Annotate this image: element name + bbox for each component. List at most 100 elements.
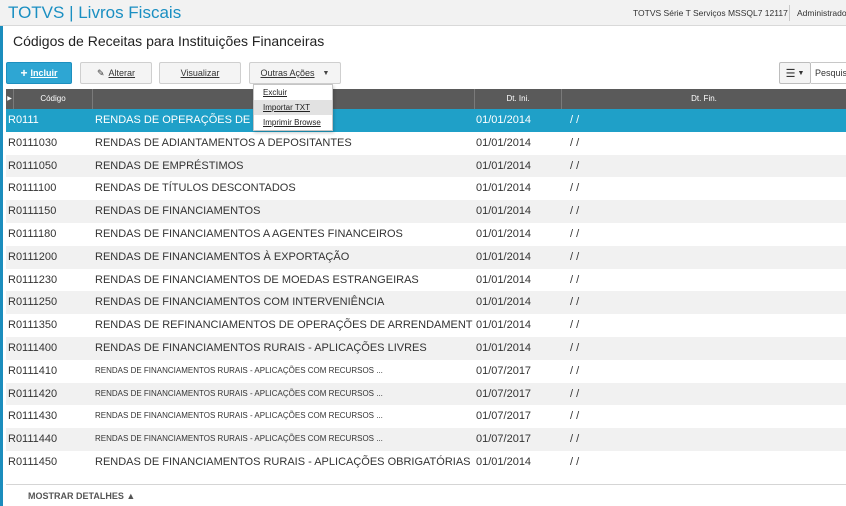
table-row[interactable]: R0111150 RENDAS DE FINANCIAMENTOS 01/01/20… [6, 200, 846, 223]
cell-dt-ini: 01/01/2014 [476, 136, 532, 149]
top-bar: TOTVS | Livros Fiscais TOTVS Série T Ser… [0, 0, 846, 26]
table-row[interactable]: R0111400 RENDAS DE FINANCIAMENTOS RURAIS … [6, 336, 846, 360]
column-header-dt-ini[interactable]: Dt. Ini. [475, 89, 562, 109]
columns-icon: ☰ [785, 67, 796, 80]
outras-acoes-button[interactable]: Outras Ações ▼ [249, 62, 341, 84]
cell-descricao: RENDAS DE FINANCIAMENTOS RURAIS - APLICA… [95, 434, 383, 444]
app-brand: TOTVS | Livros Fiscais [8, 3, 182, 22]
cell-descricao: RENDAS DE FINANCIAMENTOS À EXPORTAÇÃO [95, 250, 350, 263]
chevron-down-icon: ▼ [322, 69, 330, 77]
cell-codigo: R0111200 [8, 250, 58, 263]
table-row[interactable]: R0111450 RENDAS DE FINANCIAMENTOS RURAIS … [6, 450, 846, 474]
incluir-button[interactable]: + Incluir [6, 62, 72, 84]
table-row[interactable]: R0111100 RENDAS DE TÍTULOS DESCONTADOS 01/… [6, 177, 846, 201]
cell-dt-fin: / / [570, 341, 580, 354]
cell-dt-fin: / / [570, 159, 580, 172]
table-row[interactable]: R0111030 RENDAS DE ADIANTAMENTOS A DEPOSI… [6, 131, 846, 155]
cell-dt-fin: / / [570, 296, 580, 309]
cell-dt-fin: / / [570, 136, 580, 149]
table-row[interactable]: R0111200 RENDAS DE FINANCIAMENTOS À EXPOR… [6, 245, 846, 269]
cell-dt-fin: / / [570, 364, 580, 377]
cell-codigo: R0111100 [8, 182, 57, 195]
cell-dt-fin: / / [570, 410, 580, 423]
column-config-button[interactable]: ☰ ▼ [779, 62, 811, 84]
cell-dt-fin: / / [570, 114, 580, 126]
table-row[interactable]: R0111050 RENDAS DE EMPRÉSTIMOS 01/01/2014 /… [6, 154, 846, 178]
cell-dt-ini: 01/01/2014 [476, 455, 532, 468]
header-arrow-icon: ▶ [6, 89, 14, 109]
page-title: Códigos de Receitas para Instituições Fi… [13, 33, 325, 49]
cell-codigo: R0111410 [8, 364, 58, 377]
cell-dt-ini: 01/01/2014 [476, 319, 532, 332]
table-row[interactable]: R0111230 RENDAS DE FINANCIAMENTOS DE MOED… [6, 268, 846, 292]
outras-acoes-label: Outras Ações [260, 68, 315, 78]
cell-descricao: RENDAS DE TÍTULOS DESCONTADOS [95, 182, 296, 195]
server-info: TOTVS Série T Serviços MSSQL7 12117 [633, 8, 788, 18]
cell-codigo: R0111180 [8, 227, 57, 240]
cell-codigo: R0111440 [8, 433, 58, 446]
cell-dt-fin: / / [570, 319, 580, 332]
show-details-toggle[interactable]: MOSTRAR DETALHES ▲ [28, 491, 135, 501]
cell-descricao: RENDAS DE ADIANTAMENTOS A DEPOSITANTES [95, 136, 352, 149]
cell-dt-fin: / / [570, 205, 580, 218]
cell-codigo: R0111400 [8, 341, 58, 354]
cell-codigo: R0111350 [8, 319, 58, 332]
cell-descricao: RENDAS DE EMPRÉSTIMOS [95, 159, 244, 172]
cell-dt-ini: 01/01/2014 [476, 159, 532, 172]
table-row[interactable]: R0111410 RENDAS DE FINANCIAMENTOS RURAIS … [6, 359, 846, 383]
app-window: TOTVS | Livros Fiscais TOTVS Série T Ser… [0, 0, 846, 506]
left-accent-strip [0, 0, 3, 506]
column-header-codigo[interactable]: Código [14, 89, 93, 109]
caret-down-icon: ▼ [797, 69, 805, 77]
cell-dt-ini: 01/07/2017 [476, 364, 532, 377]
cell-dt-ini: 01/07/2017 [476, 387, 532, 400]
table-row[interactable]: R0111350 RENDAS DE REFINANCIAMENTOS DE OP… [6, 314, 846, 337]
cell-dt-fin: / / [570, 455, 580, 468]
table-row[interactable]: R0111 RENDAS DE OPERAÇÕES DE C 01/01/2014/… [6, 109, 846, 132]
alterar-label: Alterar [108, 68, 136, 78]
table-row[interactable]: R0111250 RENDAS DE FINANCIAMENTOS COM INT… [6, 291, 846, 315]
cell-descricao: RENDAS DE FINANCIAMENTOS RURAIS - APLICA… [95, 411, 383, 421]
topbar-divider [789, 5, 790, 21]
cell-dt-ini: 01/01/2014 [476, 114, 532, 126]
cell-dt-ini: 01/01/2014 [476, 250, 532, 263]
visualizar-button[interactable]: Visualizar [159, 62, 241, 84]
cell-descricao: RENDAS DE FINANCIAMENTOS COM INTERVENIÊN… [95, 296, 385, 309]
cell-codigo: R0111150 [8, 205, 57, 218]
cell-descricao: RENDAS DE REFINANCIAMENTOS DE OPERAÇÕES … [95, 319, 473, 332]
table-row[interactable]: R0111180 RENDAS DE FINANCIAMENTOS A AGENT… [6, 222, 846, 246]
outras-acoes-menu: Excluir Importar TXT Imprimir Browse [253, 84, 333, 131]
search-field[interactable]: Pesquisa [811, 62, 846, 84]
cell-codigo: R0111 [8, 114, 39, 126]
cell-descricao: RENDAS DE FINANCIAMENTOS A AGENTES FINAN… [95, 227, 403, 240]
cell-codigo: R0111420 [8, 387, 58, 400]
bottom-bar: MOSTRAR DETALHES ▲ [6, 484, 846, 506]
cell-codigo: R0111030 [8, 136, 58, 149]
menu-item-excluir[interactable]: Excluir [254, 85, 332, 100]
column-header-dt-fin[interactable]: Dt. Fin. [562, 89, 846, 109]
cell-dt-fin: / / [570, 227, 580, 240]
cell-dt-ini: 01/01/2014 [476, 205, 532, 218]
table-row[interactable]: R0111420 RENDAS DE FINANCIAMENTOS RURAIS … [6, 382, 846, 406]
table-row[interactable]: R0111440 RENDAS DE FINANCIAMENTOS RURAIS … [6, 428, 846, 451]
incluir-label: Incluir [30, 68, 58, 78]
table-row[interactable]: R0111430 RENDAS DE FINANCIAMENTOS RURAIS … [6, 405, 846, 429]
cell-codigo: R0111450 [8, 455, 58, 468]
menu-item-imprimir-browse[interactable]: Imprimir Browse [254, 115, 332, 130]
plus-icon: + [20, 66, 28, 80]
cell-descricao: RENDAS DE FINANCIAMENTOS [95, 205, 261, 218]
cell-codigo: R0111230 [8, 273, 58, 286]
cell-dt-ini: 01/01/2014 [476, 296, 532, 309]
alterar-button[interactable]: ✎ Alterar [80, 62, 152, 84]
cell-dt-fin: / / [570, 433, 580, 446]
cell-descricao: RENDAS DE FINANCIAMENTOS DE MOEDAS ESTRA… [95, 273, 419, 286]
cell-dt-ini: 01/01/2014 [476, 273, 532, 286]
menu-item-importar-txt[interactable]: Importar TXT [254, 100, 332, 115]
cell-descricao: RENDAS DE FINANCIAMENTOS RURAIS - APLICA… [95, 341, 427, 354]
cell-codigo: R0111430 [8, 410, 58, 423]
cell-dt-fin: / / [570, 250, 580, 263]
visualizar-label: Visualizar [180, 68, 220, 78]
cell-descricao: RENDAS DE FINANCIAMENTOS RURAIS - APLICA… [95, 365, 383, 375]
user-menu[interactable]: Administrado [797, 8, 846, 18]
grid-header: ▶ Código Dt. Ini. Dt. Fin. [6, 89, 846, 109]
